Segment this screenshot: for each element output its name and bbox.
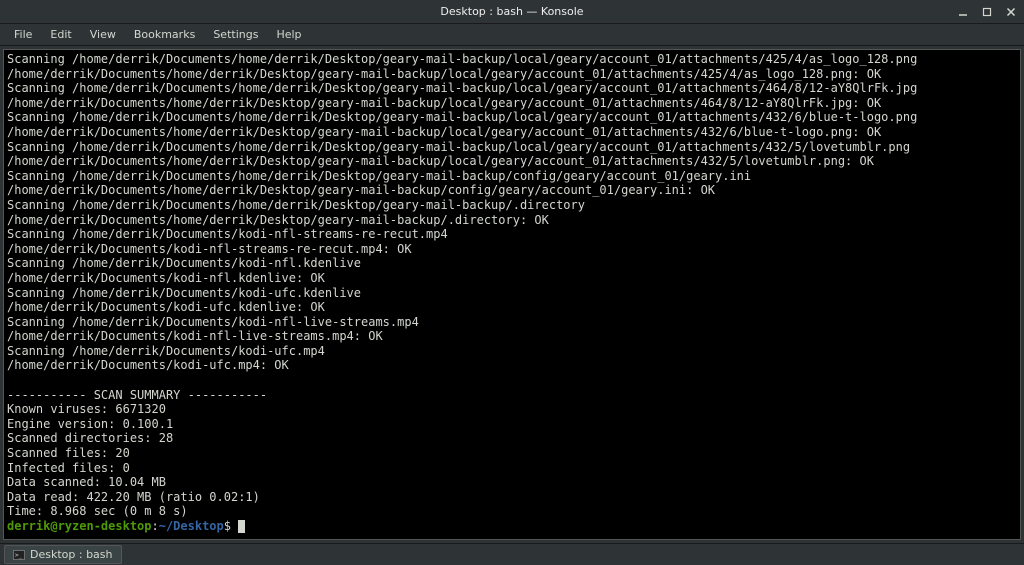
terminal-line: /home/derrik/Documents/kodi-nfl-streams-… <box>7 242 1017 257</box>
terminal-line: Data read: 422.20 MB (ratio 0.02:1) <box>7 490 1017 505</box>
terminal-line: /home/derrik/Documents/kodi-ufc.mp4: OK <box>7 358 1017 373</box>
svg-text:>_: >_ <box>15 552 23 559</box>
terminal-frame: Scanning /home/derrik/Documents/home/der… <box>0 46 1024 543</box>
tab-label: Desktop : bash <box>30 548 113 561</box>
terminal-line: Scanning /home/derrik/Documents/kodi-nfl… <box>7 227 1017 242</box>
terminal[interactable]: Scanning /home/derrik/Documents/home/der… <box>3 49 1021 540</box>
menu-edit[interactable]: Edit <box>42 25 79 44</box>
prompt-symbol: $ <box>224 519 238 533</box>
terminal-line: Scanning /home/derrik/Documents/home/der… <box>7 110 1017 125</box>
menu-bookmarks[interactable]: Bookmarks <box>126 25 203 44</box>
terminal-line: Infected files: 0 <box>7 461 1017 476</box>
terminal-line: Scanning /home/derrik/Documents/kodi-ufc… <box>7 344 1017 359</box>
terminal-line: /home/derrik/Documents/kodi-nfl-live-str… <box>7 329 1017 344</box>
terminal-line: Scanning /home/derrik/Documents/home/der… <box>7 169 1017 184</box>
terminal-line: Scanned directories: 28 <box>7 431 1017 446</box>
terminal-line: Data scanned: 10.04 MB <box>7 475 1017 490</box>
window-controls <box>956 5 1018 19</box>
prompt-colon: : <box>152 519 159 533</box>
terminal-prompt: derrik@ryzen-desktop:~/Desktop$ <box>7 519 1017 534</box>
terminal-line: /home/derrik/Documents/home/derrik/Deskt… <box>7 213 1017 228</box>
menu-view[interactable]: View <box>82 25 124 44</box>
terminal-line <box>7 373 1017 388</box>
tabbar: >_ Desktop : bash <box>0 543 1024 565</box>
terminal-line: Scanning /home/derrik/Documents/kodi-nfl… <box>7 256 1017 271</box>
menu-help[interactable]: Help <box>268 25 309 44</box>
terminal-line: /home/derrik/Documents/kodi-nfl.kdenlive… <box>7 271 1017 286</box>
terminal-line: ----------- SCAN SUMMARY ----------- <box>7 388 1017 403</box>
terminal-line: Scanning /home/derrik/Documents/kodi-nfl… <box>7 315 1017 330</box>
terminal-line: Known viruses: 6671320 <box>7 402 1017 417</box>
titlebar: Desktop : bash — Konsole <box>0 0 1024 24</box>
terminal-line: /home/derrik/Documents/kodi-ufc.kdenlive… <box>7 300 1017 315</box>
terminal-line: /home/derrik/Documents/home/derrik/Deskt… <box>7 183 1017 198</box>
terminal-line: Engine version: 0.100.1 <box>7 417 1017 432</box>
terminal-icon: >_ <box>13 550 25 560</box>
terminal-line: Scanned files: 20 <box>7 446 1017 461</box>
maximize-button[interactable] <box>980 5 994 19</box>
prompt-user-host: derrik@ryzen-desktop <box>7 519 152 533</box>
terminal-line: /home/derrik/Documents/home/derrik/Deskt… <box>7 125 1017 140</box>
close-button[interactable] <box>1004 5 1018 19</box>
terminal-line: Scanning /home/derrik/Documents/home/der… <box>7 140 1017 155</box>
terminal-line: /home/derrik/Documents/home/derrik/Deskt… <box>7 154 1017 169</box>
menu-settings[interactable]: Settings <box>205 25 266 44</box>
terminal-cursor <box>238 520 245 533</box>
prompt-path: ~/Desktop <box>159 519 224 533</box>
tab-desktop-bash[interactable]: >_ Desktop : bash <box>4 545 122 564</box>
terminal-line: /home/derrik/Documents/home/derrik/Deskt… <box>7 67 1017 82</box>
terminal-line: Scanning /home/derrik/Documents/kodi-ufc… <box>7 286 1017 301</box>
window-title: Desktop : bash — Konsole <box>440 5 583 18</box>
terminal-line: Time: 8.968 sec (0 m 8 s) <box>7 504 1017 519</box>
terminal-line: Scanning /home/derrik/Documents/home/der… <box>7 81 1017 96</box>
minimize-button[interactable] <box>956 5 970 19</box>
menubar: File Edit View Bookmarks Settings Help <box>0 24 1024 46</box>
terminal-line: Scanning /home/derrik/Documents/home/der… <box>7 198 1017 213</box>
terminal-line: Scanning /home/derrik/Documents/home/der… <box>7 52 1017 67</box>
menu-file[interactable]: File <box>6 25 40 44</box>
terminal-line: /home/derrik/Documents/home/derrik/Deskt… <box>7 96 1017 111</box>
